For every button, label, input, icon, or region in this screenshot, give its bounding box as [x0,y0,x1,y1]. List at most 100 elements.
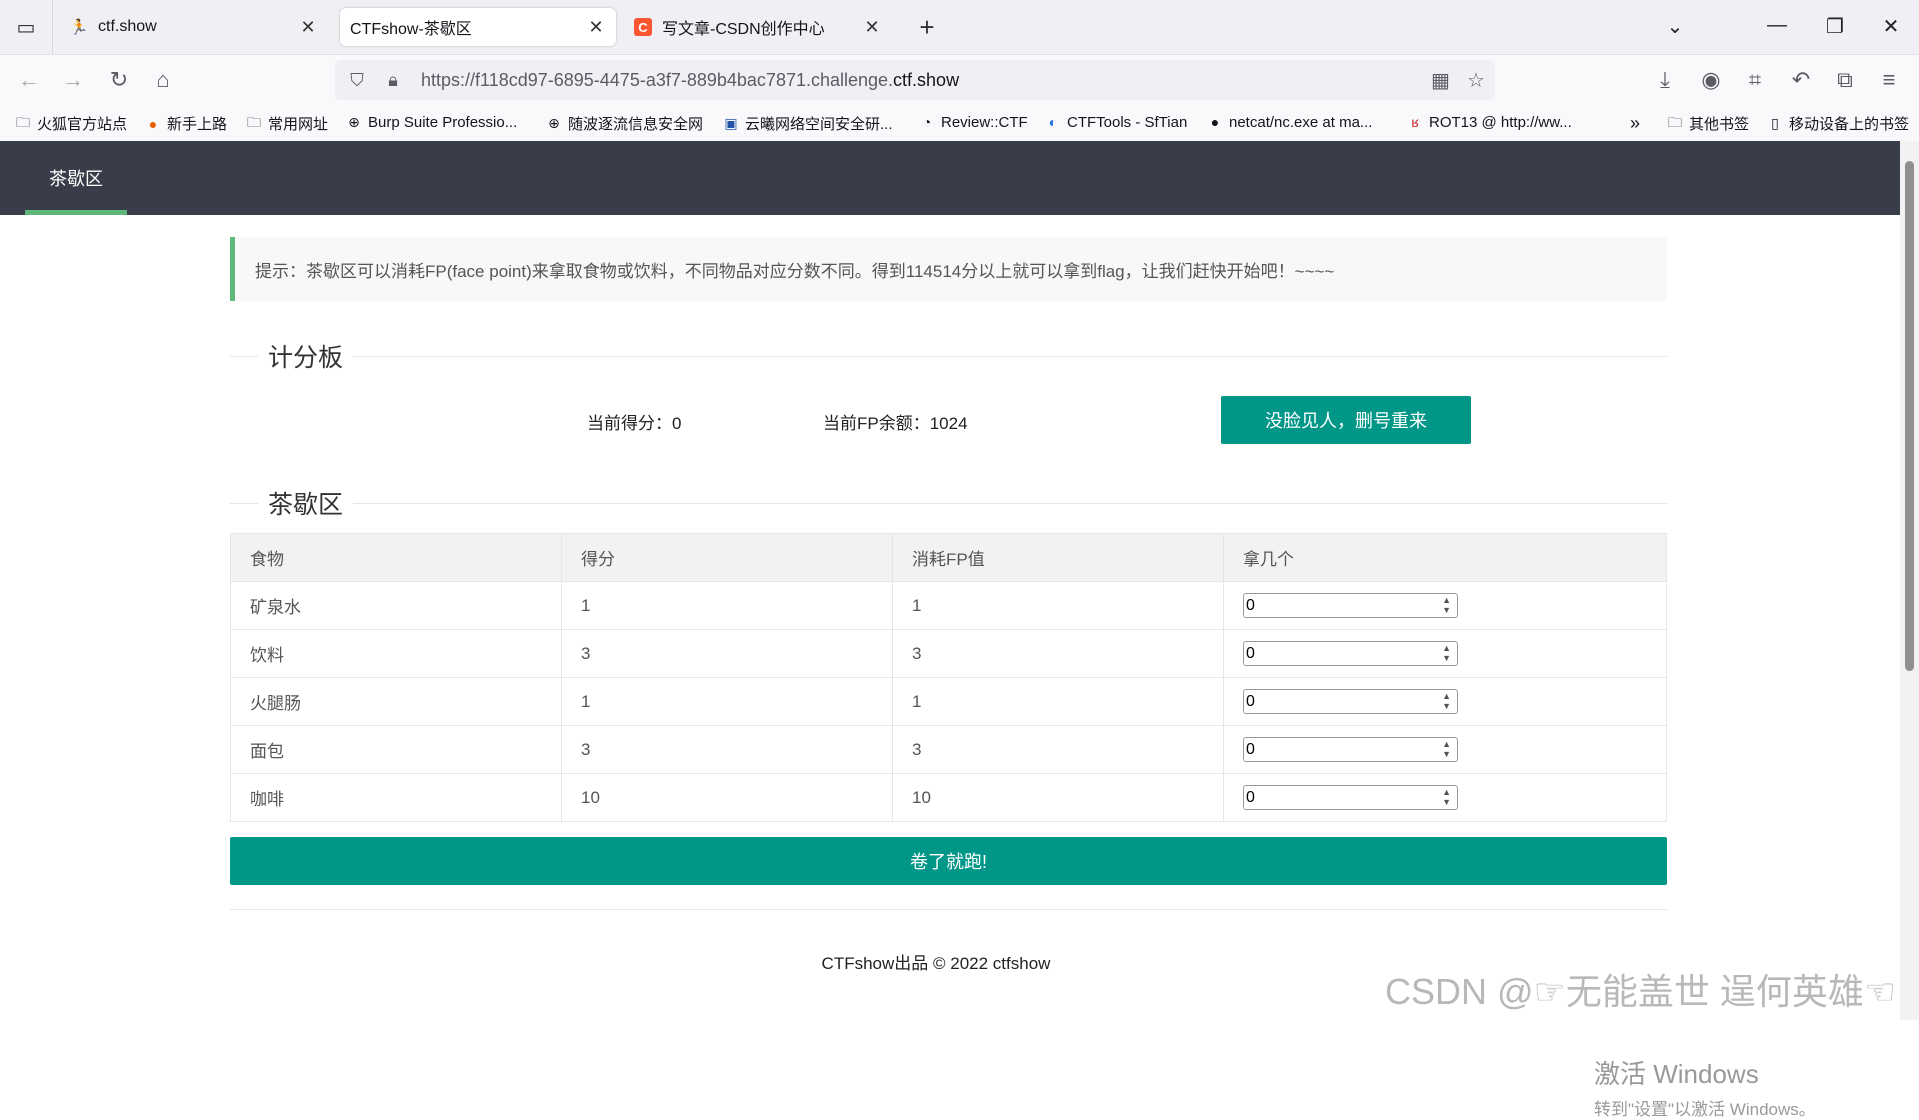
food-name: 饮料 [230,629,562,678]
bookmark-label: 随波逐流信息安全网 [568,116,704,133]
table-row: 饮料 3 3 0 ▲ ▼ [230,629,1667,678]
stepper-icon[interactable]: ▲ ▼ [1442,691,1451,711]
globe-icon: ⊕ [548,115,560,131]
break-legend: 茶歇区 [258,485,354,521]
table-row: 火腿肠 1 1 0 ▲ ▼ [230,677,1667,726]
qr-code-icon[interactable]: ▦ [1431,68,1450,93]
food-name: 矿泉水 [230,581,562,630]
food-fp: 3 [892,725,1224,774]
more-bookmarks-icon[interactable]: » [1630,113,1640,134]
bookmark-suibo[interactable]: ⊕ 随波逐流信息安全网 [545,113,703,134]
shield-icon[interactable]: ⛉ [343,70,371,91]
food-fp: 10 [892,773,1224,822]
menu-icon[interactable]: ≡ [1874,65,1904,95]
scrollbar-thumb[interactable] [1905,161,1914,671]
food-fp: 3 [892,629,1224,678]
reload-icon[interactable]: ↻ [104,65,134,95]
bookmark-label: 其他书签 [1689,116,1750,133]
submit-button[interactable]: 卷了就跑! [230,837,1667,885]
new-tab-icon[interactable]: + [912,12,942,43]
stepper-icon[interactable]: ▲ ▼ [1442,739,1451,759]
close-icon[interactable]: ✕ [586,17,606,38]
bookmark-label: Review::CTF [941,113,1028,131]
quantity-input[interactable]: 0 ▲ ▼ [1243,689,1458,714]
quantity-input[interactable]: 0 ▲ ▼ [1243,593,1458,618]
download-icon[interactable]: ⤓ [1650,65,1680,95]
url-text[interactable]: https://f118cd97-6895-4475-a3f7-889b4bac… [421,70,959,91]
bookmark-label: 新手上路 [167,116,228,133]
bookmark-common-sites[interactable]: 🗀 常用网址 [245,113,328,134]
bookmark-firefox-official[interactable]: 🗀 火狐官方站点 [14,113,127,134]
bookmark-label: 火狐官方站点 [37,116,128,133]
lock-icon[interactable]: 🔒︎ [379,70,407,91]
undo-icon[interactable]: ↶ [1786,65,1816,95]
quantity-input[interactable]: 0 ▲ ▼ [1243,641,1458,666]
bookmark-other[interactable]: 🗀 其他书签 [1666,113,1749,134]
web-page: 茶歇区 提示：茶歇区可以消耗FP(face point)来拿取食物或饮料，不同物… [0,141,1900,1119]
quantity-input[interactable]: 0 ▲ ▼ [1243,785,1458,810]
nav-item-tea-break[interactable]: 茶歇区 [25,141,127,215]
bookmark-getting-started[interactable]: ● 新手上路 [144,113,227,134]
rot13-icon: ʁ [1411,114,1419,130]
food-name: 面包 [230,725,562,774]
col-quantity: 拿几个 [1223,533,1667,582]
bookmark-label: 常用网址 [268,116,329,133]
close-icon[interactable]: ✕ [298,17,318,38]
clock-icon: ◔ [922,114,932,130]
site-nav: 茶歇区 [0,141,1900,215]
food-fp: 1 [892,677,1224,726]
bookmark-mobile[interactable]: ▯ 移动设备上的书签 [1766,113,1909,134]
bookmark-review-ctf[interactable]: ◔ Review::CTF [918,113,1028,131]
account-icon[interactable]: ◉ [1696,65,1726,95]
qty-cell: 0 ▲ ▼ [1223,773,1667,822]
food-name: 火腿肠 [230,677,562,726]
qty-cell: 0 ▲ ▼ [1223,677,1667,726]
quantity-input[interactable]: 0 ▲ ▼ [1243,737,1458,762]
home-icon[interactable]: ⌂ [148,65,178,95]
tab-strip: ▭ 🏃 ctf.show ✕ CTFshow-茶歇区 ✕ C 写文章-CSDN创… [0,0,1919,55]
col-score: 得分 [561,533,893,582]
tab-title: ctf.show [98,18,157,35]
qty-cell: 0 ▲ ▼ [1223,629,1667,678]
tab-list-icon[interactable]: ▭ [0,0,53,54]
chevron-down-icon[interactable]: ⌄ [1660,14,1690,39]
bookmark-netcat[interactable]: ● netcat/nc.exe at ma... [1206,113,1373,131]
stepper-icon[interactable]: ▲ ▼ [1442,787,1451,807]
tab-ctfshow-break[interactable]: CTFshow-茶歇区 ✕ [340,8,616,46]
back-icon[interactable]: ← [14,65,44,95]
bookmark-yunxi[interactable]: ▣ 云曦网络空间安全研... [722,113,892,134]
url-bar[interactable]: ⛉ 🔒︎ https://f118cd97-6895-4475-a3f7-889… [335,60,1495,100]
tab-csdn[interactable]: C 写文章-CSDN创作中心 ✕ [624,8,892,46]
forward-icon[interactable]: → [58,65,88,95]
quantity-value: 0 [1246,644,1255,662]
food-score: 10 [561,773,893,822]
restore-icon[interactable]: ❐ [1820,14,1850,39]
folder-icon: 🗀 [247,113,261,130]
food-table: 食物 得分 消耗FP值 拿几个 矿泉水 1 1 0 ▲ ▼ 饮料 3 3 0 ▲ ▼ 火… [230,533,1667,822]
yunxi-icon: ▣ [724,115,738,131]
csdn-icon: C [634,18,652,36]
window-close-icon[interactable]: ✕ [1876,14,1906,39]
stepper-icon[interactable]: ▲ ▼ [1442,643,1451,663]
qty-cell: 0 ▲ ▼ [1223,581,1667,630]
table-row: 矿泉水 1 1 0 ▲ ▼ [230,581,1667,630]
reset-account-button[interactable]: 没脸见人，删号重来 [1221,396,1471,444]
footer-text: CTFshow出品 © 2022 ctfshow [821,954,1051,973]
navigation-bar: ← → ↻ ⌂ ⛉ 🔒︎ https://f118cd97-6895-4475-… [0,55,1919,105]
hint-notice: 提示：茶歇区可以消耗FP(face point)来拿取食物或饮料，不同物品对应分… [230,237,1667,301]
minimize-icon[interactable]: — [1762,14,1792,37]
extensions-icon[interactable]: ⧉ [1830,65,1860,95]
quantity-value: 0 [1246,788,1255,806]
url-prefix: https://f118cd97-6895-4475-a3f7-889b4bac… [421,69,894,90]
bookmark-ctftools[interactable]: ◐ CTFTools - SfTian [1044,113,1188,131]
stepper-icon[interactable]: ▲ ▼ [1442,595,1451,615]
bookmark-burp[interactable]: ⊕ Burp Suite Professio... [345,113,517,131]
star-icon[interactable]: ☆ [1467,68,1485,93]
bookmark-rot13[interactable]: ʁ ROT13 @ http://ww... [1406,113,1572,131]
page-scrollbar[interactable] [1900,141,1919,1020]
crop-icon[interactable]: ⌗ [1740,65,1770,95]
github-icon: ● [1210,114,1220,130]
folder-icon: 🗀 [16,113,30,130]
close-icon[interactable]: ✕ [862,17,882,38]
tab-ctfshow[interactable]: 🏃 ctf.show ✕ [60,8,328,46]
